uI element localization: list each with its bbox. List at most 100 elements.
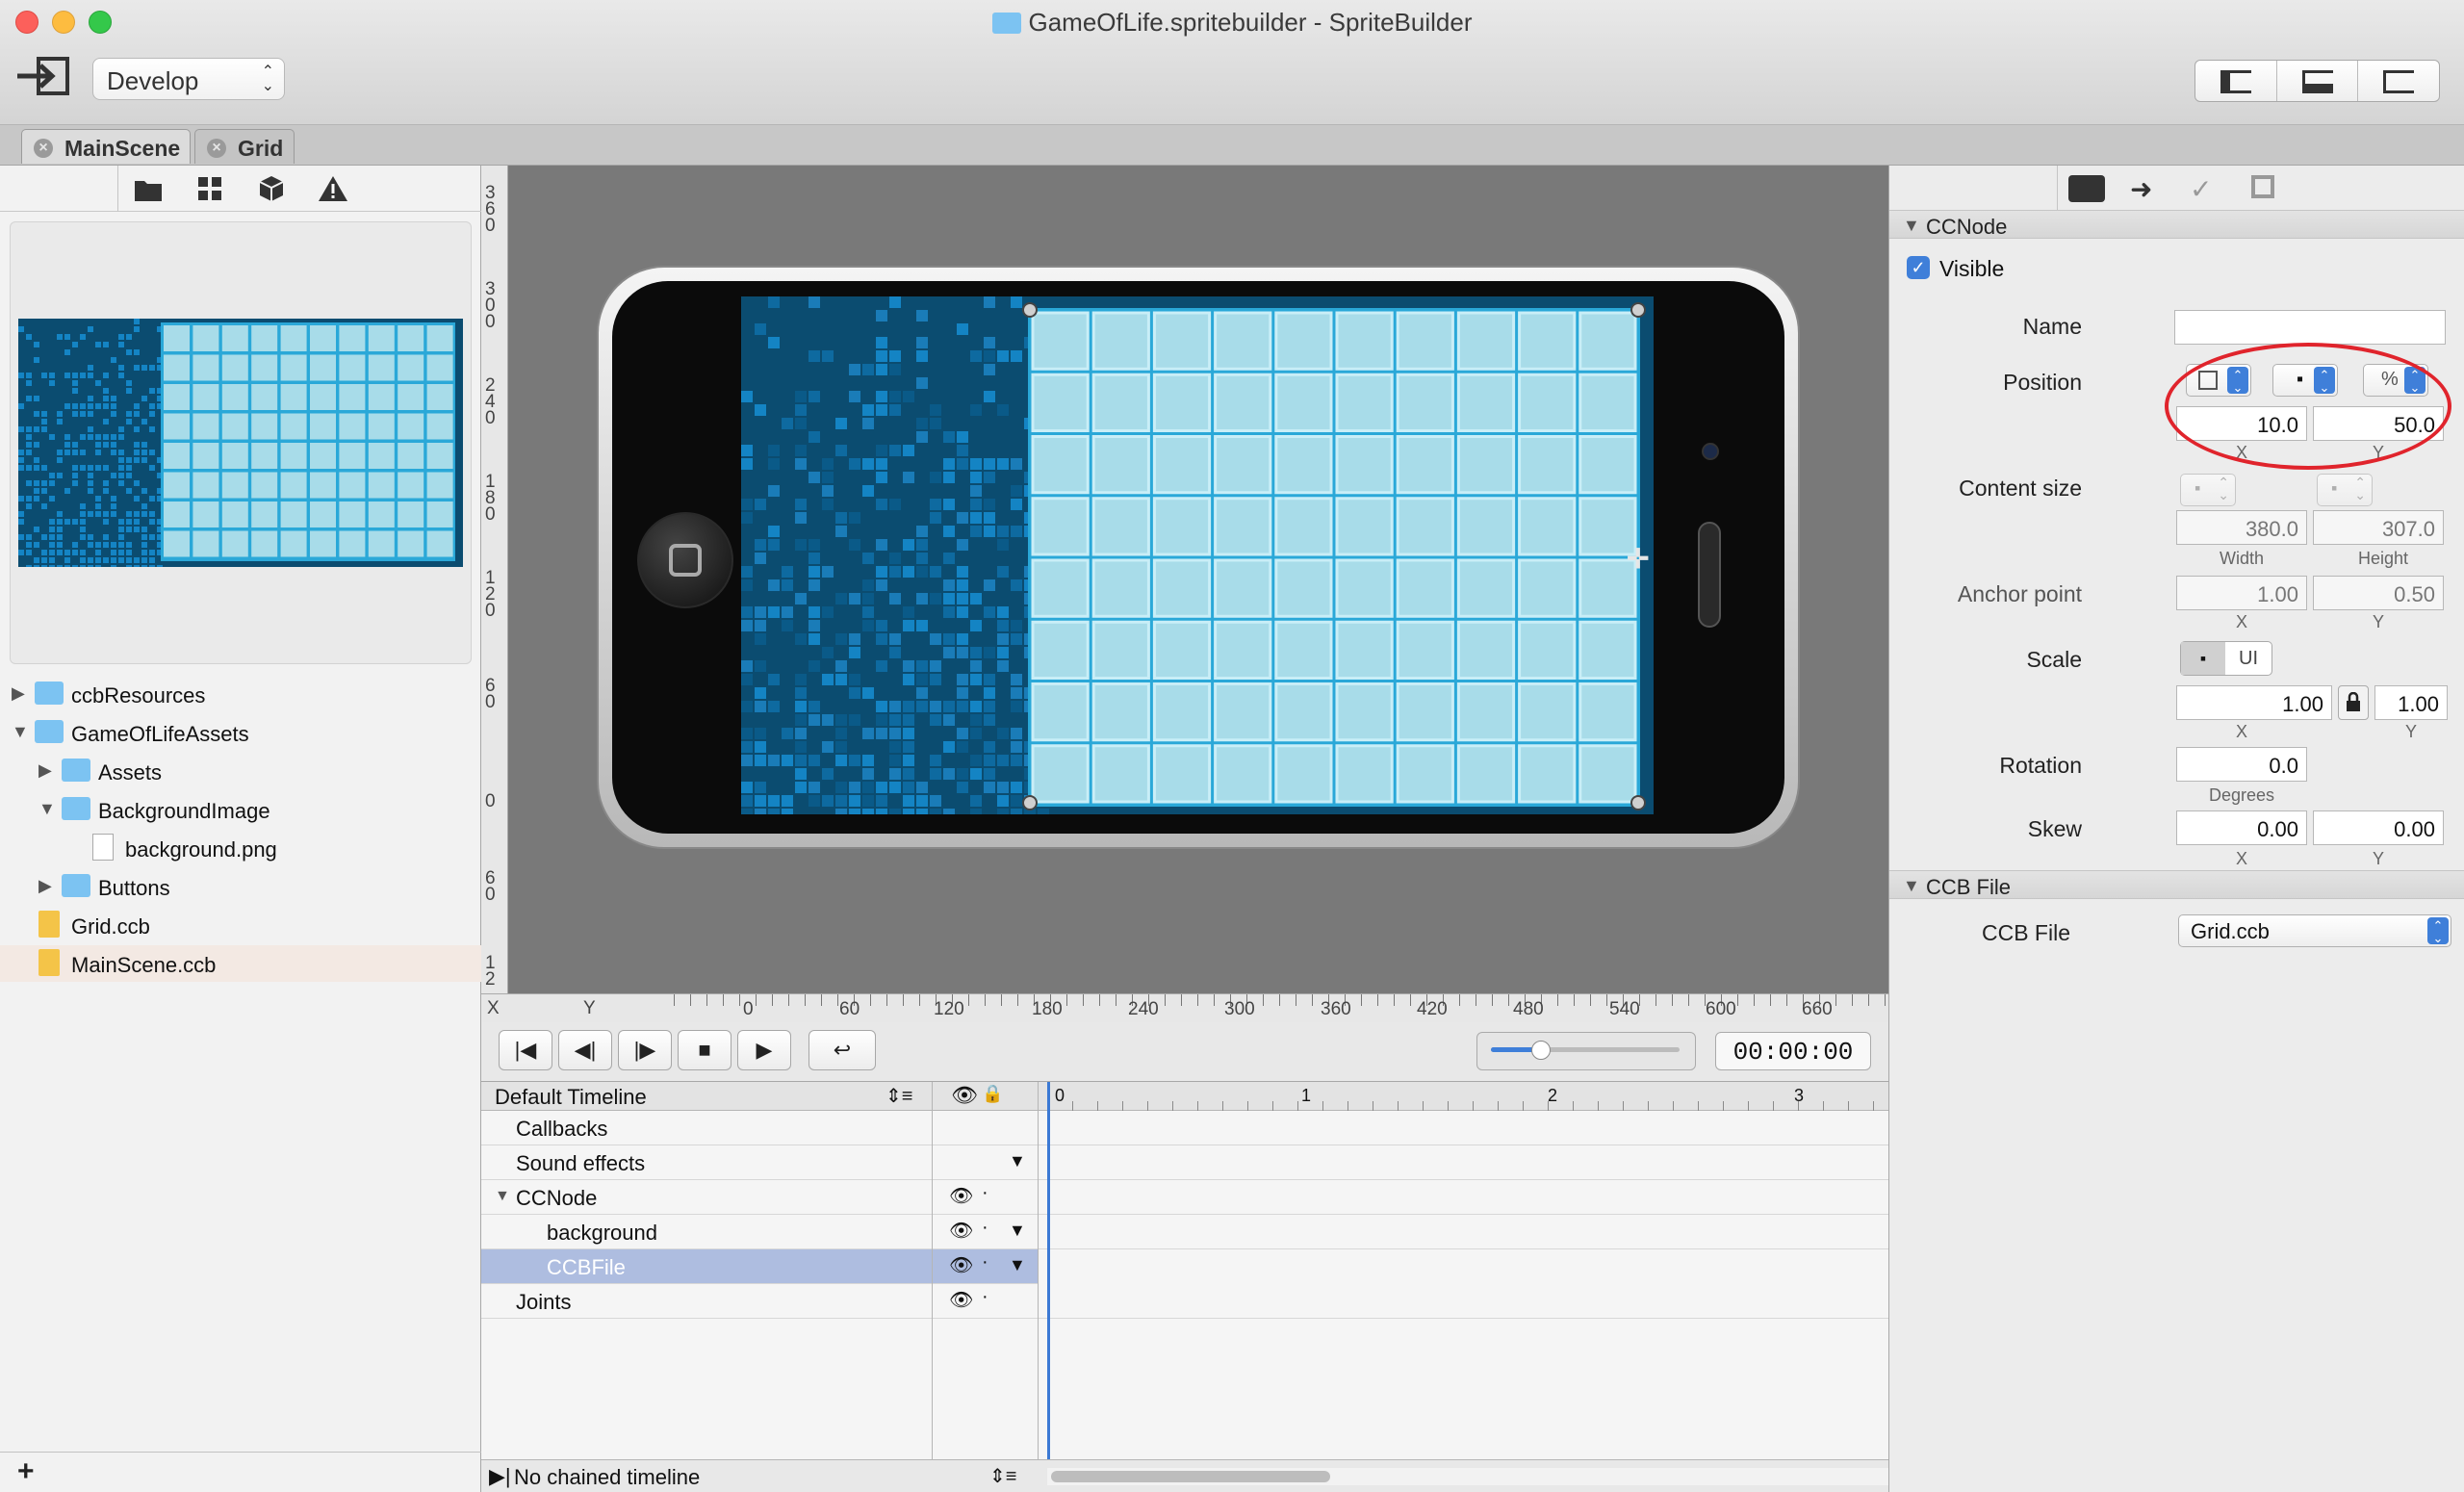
tree-item-assets[interactable]: ▶ Assets: [0, 753, 481, 789]
selection-handle-bottom-right[interactable]: [1630, 795, 1646, 810]
publish-button[interactable]: [15, 53, 75, 99]
lock-dot-icon[interactable]: ·: [982, 1217, 988, 1239]
keyframe-menu-icon[interactable]: ▼: [1009, 1255, 1026, 1275]
lock-dot-icon[interactable]: ·: [982, 1286, 988, 1308]
cube-icon[interactable]: [254, 173, 289, 204]
disclosure-triangle-icon[interactable]: ▶: [38, 760, 52, 781]
ccb-file-section-header[interactable]: ▼ CCB File: [1889, 870, 2464, 899]
close-tab-icon[interactable]: ×: [207, 139, 226, 158]
lock-icon[interactable]: 🔒: [982, 1084, 1003, 1104]
selection-handle-top-left[interactable]: [1022, 302, 1038, 318]
timeline-zoom-slider[interactable]: [1476, 1032, 1696, 1070]
keyframe-menu-icon[interactable]: ▼: [1009, 1151, 1026, 1171]
disclosure-triangle-icon[interactable]: ▼: [1903, 216, 1920, 236]
content-size-type-popup[interactable]: ▪ ⌃ ⌄: [2180, 474, 2236, 506]
chained-timeline-select[interactable]: No chained timeline: [514, 1465, 700, 1490]
tree-item-background-png[interactable]: background.png: [0, 830, 481, 866]
step-back-icon[interactable]: ◀|: [558, 1030, 612, 1070]
close-tab-icon[interactable]: ×: [34, 139, 53, 158]
preview-tile: [134, 326, 140, 332]
toggle-left-panel-button[interactable]: [2195, 61, 2277, 101]
background-tile: [768, 795, 780, 807]
loop-icon[interactable]: ↩: [808, 1030, 876, 1070]
disclosure-triangle-icon[interactable]: ▶: [12, 683, 25, 704]
ccnode-section-header[interactable]: ▼ CCNode: [1889, 210, 2464, 239]
selection-handle-bottom-left[interactable]: [1022, 795, 1038, 810]
warning-icon[interactable]: [316, 173, 350, 204]
grid-sprite[interactable]: [1028, 308, 1640, 807]
play-icon[interactable]: ▶: [737, 1030, 791, 1070]
project-select[interactable]: Develop ⌃ ⌄: [92, 58, 285, 100]
name-field[interactable]: [2174, 310, 2446, 345]
skew-x-field[interactable]: 0.00: [2176, 810, 2307, 845]
tree-item-gameoflifeassets[interactable]: ▼ GameOfLifeAssets: [0, 714, 481, 751]
eye-icon[interactable]: 👁: [949, 1184, 973, 1208]
slider-knob[interactable]: [1531, 1041, 1551, 1060]
content-size-unit-popup[interactable]: ▪ ⌃ ⌄: [2317, 474, 2373, 506]
ccb-file-popup[interactable]: Grid.ccb ⌃ ⌄: [2178, 914, 2451, 947]
timeline-row-callbacks[interactable]: Callbacks: [481, 1111, 1888, 1145]
eye-icon[interactable]: 👁: [949, 1219, 973, 1243]
timeline-select[interactable]: Default Timeline: [495, 1085, 647, 1110]
disclosure-triangle-icon[interactable]: ▼: [38, 799, 56, 819]
timeline-row-joints[interactable]: Joints 👁 ·: [481, 1284, 1888, 1319]
folder-icon[interactable]: [131, 173, 166, 204]
point-icon[interactable]: ▪: [2181, 642, 2225, 675]
tab-grid[interactable]: × Grid: [194, 129, 295, 164]
skew-y-field[interactable]: 0.00: [2313, 810, 2444, 845]
eye-icon[interactable]: 👁: [949, 1288, 973, 1312]
eye-icon[interactable]: 👁: [951, 1083, 978, 1108]
tree-item-backgroundimage[interactable]: ▼ BackgroundImage: [0, 791, 481, 828]
rotation-field[interactable]: 0.0: [2176, 747, 2307, 782]
content-height-field[interactable]: 307.0: [2313, 510, 2444, 545]
lock-dot-icon[interactable]: ·: [982, 1251, 988, 1273]
toggle-right-panel-button[interactable]: [2358, 61, 2439, 101]
lock-dot-icon[interactable]: ·: [982, 1182, 988, 1204]
disclosure-triangle-icon[interactable]: ▶: [38, 876, 52, 896]
scrollbar-thumb[interactable]: [1051, 1471, 1330, 1482]
preview-tile: [141, 365, 147, 371]
view-segmented-control[interactable]: [2194, 60, 2440, 102]
anchor-point-crosshair-icon[interactable]: ✛: [1627, 543, 1649, 575]
playhead[interactable]: [1047, 1082, 1050, 1465]
stop-icon[interactable]: ■: [678, 1030, 732, 1070]
timeline-row-ccbfile[interactable]: CCBFile 👁 · ▼: [481, 1249, 1038, 1284]
timeline-row-sound-effects[interactable]: Sound effects ▼: [481, 1145, 1888, 1180]
scale-y-field[interactable]: 1.00: [2374, 685, 2448, 720]
template-icon[interactable]: [2251, 175, 2274, 198]
arrow-circle-icon[interactable]: ➜: [2130, 173, 2152, 205]
scale-type-segmented[interactable]: ▪ UI: [2180, 641, 2272, 676]
lock-icon[interactable]: [2338, 685, 2369, 720]
selection-handle-top-right[interactable]: [1630, 302, 1646, 318]
chain-play-icon[interactable]: ▶|: [489, 1464, 511, 1489]
jump-start-icon[interactable]: |◀: [499, 1030, 552, 1070]
eye-icon[interactable]: 👁: [949, 1253, 973, 1277]
tree-item-ccbresources[interactable]: ▶ ccbResources: [0, 676, 481, 712]
keyframe-menu-icon[interactable]: ▼: [1009, 1221, 1026, 1241]
grid-icon[interactable]: [192, 173, 227, 204]
tree-item-grid-ccb[interactable]: Grid.ccb: [0, 907, 481, 943]
joint-icon[interactable]: ✓: [2190, 173, 2212, 205]
tree-item-buttons[interactable]: ▶ Buttons: [0, 868, 481, 905]
tree-item-mainscene-ccb[interactable]: MainScene.ccb: [0, 945, 481, 982]
step-forward-icon[interactable]: |▶: [618, 1030, 672, 1070]
tab-mainscene[interactable]: × MainScene: [21, 129, 191, 164]
scale-ui-button[interactable]: UI: [2225, 642, 2272, 675]
timeline-menu-icon[interactable]: ⇕≡: [886, 1084, 912, 1108]
add-resource-button[interactable]: +: [17, 1455, 35, 1488]
scale-x-field[interactable]: 1.00: [2176, 685, 2332, 720]
anchor-x-field[interactable]: 1.00: [2176, 576, 2307, 610]
disclosure-triangle-icon[interactable]: ▼: [1903, 876, 1920, 896]
preview-tile: [141, 542, 147, 548]
timeline-row-ccnode[interactable]: ▼ CCNode 👁 ·: [481, 1180, 1888, 1215]
timeline-row-background[interactable]: background 👁 · ▼: [481, 1215, 1888, 1249]
content-width-field[interactable]: 380.0: [2176, 510, 2307, 545]
visible-checkbox[interactable]: ✓: [1907, 256, 1930, 279]
background-tile: [835, 741, 847, 753]
disclosure-triangle-icon[interactable]: ▼: [495, 1188, 510, 1205]
properties-icon[interactable]: [2068, 175, 2105, 202]
disclosure-triangle-icon[interactable]: ▼: [12, 722, 29, 742]
anchor-y-field[interactable]: 0.50: [2313, 576, 2444, 610]
timeline-menu-icon[interactable]: ⇕≡: [989, 1464, 1016, 1488]
toggle-bottom-panel-button[interactable]: [2277, 61, 2359, 101]
